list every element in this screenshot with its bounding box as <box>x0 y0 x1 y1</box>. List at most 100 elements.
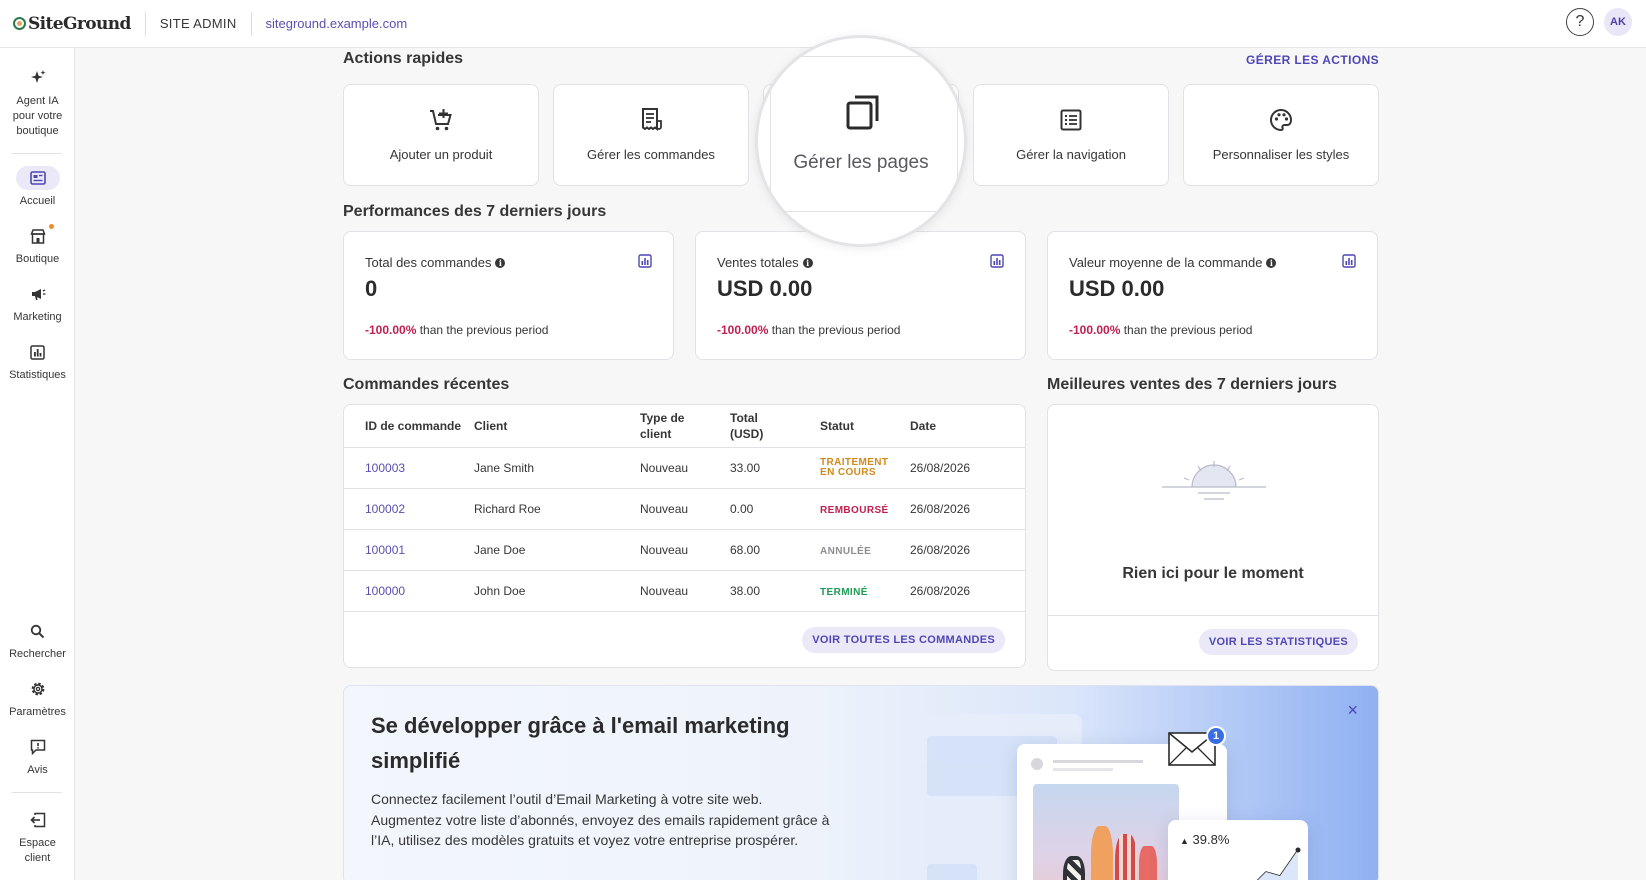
sidebar-item-label: Marketing <box>13 311 62 323</box>
palette-icon <box>1269 107 1293 133</box>
order-total: 0.00 <box>730 488 820 530</box>
store-icon <box>16 224 60 248</box>
divider <box>250 11 252 36</box>
question-icon: ? <box>1575 13 1585 30</box>
site-url-link[interactable]: siteground.example.com <box>266 16 408 31</box>
cart-add-icon <box>428 107 454 133</box>
sidebar-item-statistiques[interactable]: Statistiques <box>0 340 75 383</box>
recent-orders-title: Commandes récentes <box>343 376 510 393</box>
kpi-value: USD 0.00 <box>1069 276 1165 301</box>
kpi-change: -100.00% than the previous period <box>365 323 549 337</box>
sidebar-item-rechercher[interactable]: Rechercher <box>0 619 75 662</box>
manage-actions-link[interactable]: GÉRER LES ACTIONS <box>1246 53 1379 67</box>
chart-icon[interactable] <box>990 254 1004 273</box>
kpi-change: -100.00% than the previous period <box>1069 323 1253 337</box>
quick-action-manage-navigation[interactable]: Gérer la navigation <box>973 84 1169 186</box>
status-badge: TRAITEMENT EN COURS <box>820 456 889 478</box>
order-id-link[interactable]: 100000 <box>365 584 405 598</box>
notification-badge: 1 <box>1206 726 1226 746</box>
logo-icon <box>13 17 26 30</box>
growth-line-icon <box>1256 847 1301 880</box>
column-header[interactable]: ID de commande <box>344 405 474 448</box>
order-date: 26/08/2026 <box>910 570 1025 612</box>
order-date: 26/08/2026 <box>910 488 1025 530</box>
table-row[interactable]: 100000 John Doe Nouveau 38.00 TERMINÉ 26… <box>344 570 1025 612</box>
list-icon <box>1060 107 1082 133</box>
column-header[interactable]: Statut <box>820 405 910 448</box>
sidebar-item-label: Paramètres <box>9 706 66 718</box>
column-header[interactable]: Client <box>474 405 640 448</box>
chart-icon[interactable] <box>638 254 652 273</box>
view-statistics-button[interactable]: VOIR LES STATISTIQUES <box>1198 629 1358 655</box>
recent-orders-table: ID de commande Client Type de client Tot… <box>343 404 1026 668</box>
order-client-type: Nouveau <box>640 529 730 571</box>
receipt-icon <box>639 107 663 133</box>
order-client: John Doe <box>474 570 640 612</box>
sidebar-item-accueil[interactable]: Accueil <box>0 166 75 209</box>
sunrise-illustration-icon <box>1162 461 1266 512</box>
column-header[interactable]: Date <box>910 405 1025 448</box>
sidebar-item-label: Statistiques <box>9 369 66 381</box>
chart-icon[interactable] <box>1342 254 1356 273</box>
quick-action-label[interactable]: Gérer les pages <box>758 152 964 174</box>
quick-action-label: Ajouter un produit <box>389 147 493 162</box>
quick-action-customize-styles[interactable]: Personnaliser les styles <box>1183 84 1379 186</box>
kpi-card-average-order: Valeur moyenne de la commande i USD 0.00 … <box>1047 231 1378 360</box>
vases-image <box>1033 784 1179 880</box>
info-icon[interactable]: i <box>1266 257 1277 268</box>
order-total: 33.00 <box>730 447 820 489</box>
user-avatar[interactable]: AK <box>1604 8 1632 36</box>
column-header[interactable]: Total (USD) <box>730 405 820 448</box>
sidebar-item-boutique[interactable]: Boutique <box>0 224 75 267</box>
logo-text: SiteGround <box>28 13 131 34</box>
sidebar: Agent IA pour votre boutique Accueil Bou… <box>0 48 75 880</box>
siteground-logo[interactable]: SiteGround <box>13 0 131 48</box>
table-header-row: ID de commande Client Type de client Tot… <box>344 405 1025 448</box>
info-icon[interactable]: i <box>495 257 506 268</box>
bar-chart-icon <box>16 340 60 364</box>
gear-icon <box>16 677 60 701</box>
sidebar-item-ai-agent[interactable]: Agent IA pour votre boutique <box>0 66 75 139</box>
help-button[interactable]: ? <box>1566 8 1594 36</box>
sidebar-item-espace-client[interactable]: Espace client <box>0 808 75 866</box>
quick-action-manage-orders[interactable]: Gérer les commandes <box>553 84 749 186</box>
banner-title: Se développer grâce à l'email marketing … <box>371 713 790 773</box>
divider <box>144 11 146 36</box>
exit-icon <box>16 808 60 832</box>
order-id-link[interactable]: 100002 <box>365 502 405 516</box>
order-id-link[interactable]: 100003 <box>365 461 405 475</box>
info-icon[interactable]: i <box>802 257 813 268</box>
divider <box>12 792 62 793</box>
kpi-title: Ventes totales <box>717 255 799 270</box>
view-all-orders-button[interactable]: VOIR TOUTES LES COMMANDES <box>802 627 1005 653</box>
status-badge: REMBOURSÉ <box>820 504 889 516</box>
sidebar-item-avis[interactable]: Avis <box>0 735 75 778</box>
close-icon[interactable]: × <box>1347 700 1358 721</box>
order-id-link[interactable]: 100001 <box>365 543 405 557</box>
order-client: Jane Doe <box>474 529 640 571</box>
table-row[interactable]: 100002 Richard Roe Nouveau 0.00 REMBOURS… <box>344 488 1025 530</box>
order-client: Jane Smith <box>474 447 640 489</box>
quick-action-add-product[interactable]: Ajouter un produit <box>343 84 539 186</box>
home-dashboard-icon <box>15 166 60 190</box>
sidebar-item-label: Agent IA pour votre boutique <box>12 95 63 137</box>
column-header[interactable]: Type de client <box>640 405 730 448</box>
kpi-title: Total des commandes <box>365 255 492 270</box>
table-row[interactable]: 100003 Jane Smith Nouveau 33.00 TRAITEME… <box>344 447 1025 489</box>
email-marketing-banner: Se développer grâce à l'email marketing … <box>343 685 1379 880</box>
sidebar-item-marketing[interactable]: Marketing <box>0 282 75 325</box>
sidebar-item-label: Boutique <box>15 253 60 265</box>
sidebar-item-parametres[interactable]: Paramètres <box>0 677 75 720</box>
site-admin-label: SITE ADMIN <box>159 16 237 31</box>
sparkle-icon <box>16 66 60 90</box>
quick-action-label: Gérer la navigation <box>1016 147 1126 162</box>
order-client-type: Nouveau <box>640 488 730 530</box>
kpi-card-total-orders: Total des commandes i 0 -100.00% than the… <box>343 231 674 360</box>
sidebar-item-label: Espace client <box>19 837 56 864</box>
pages-icon <box>844 94 882 137</box>
notification-dot <box>48 224 54 229</box>
order-date: 26/08/2026 <box>910 447 1025 489</box>
table-row[interactable]: 100001 Jane Doe Nouveau 68.00 ANNULÉE 26… <box>344 529 1025 571</box>
kpi-change: -100.00% than the previous period <box>717 323 901 337</box>
sidebar-item-label: Accueil <box>19 195 56 207</box>
